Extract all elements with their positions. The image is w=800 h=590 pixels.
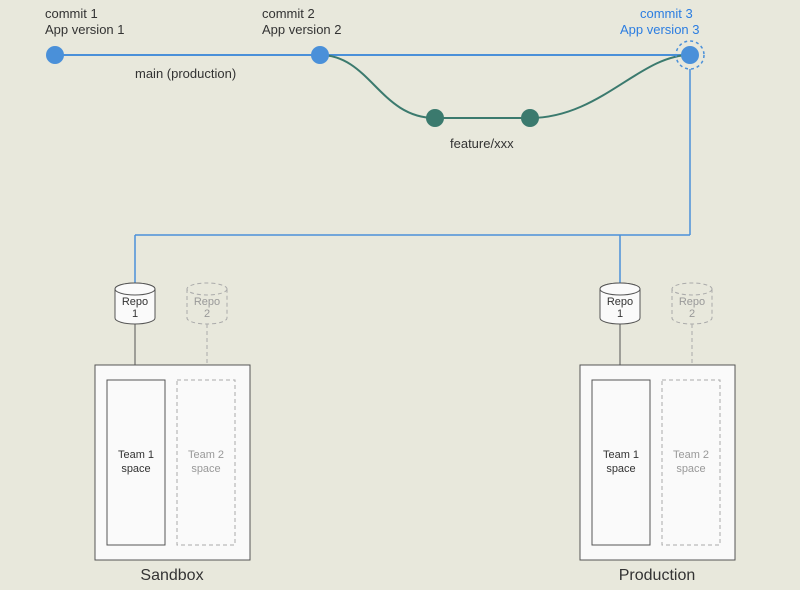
- sandbox-repo-2: Repo 2: [187, 283, 227, 324]
- prod-env-label: Production: [619, 567, 696, 584]
- feature-node-b: [521, 109, 539, 127]
- commit-2-label-line2: App version 2: [262, 22, 342, 37]
- feature-branch-label: feature/xxx: [450, 136, 514, 151]
- sandbox-env-label: Sandbox: [140, 567, 203, 584]
- sandbox-team2-label-l1: Team 2: [188, 449, 224, 461]
- commit-2-label-line1: commit 2: [262, 6, 315, 21]
- sandbox-repo-2-label-l1: Repo: [194, 296, 220, 308]
- commit-3-label-line1: commit 3: [640, 6, 693, 21]
- prod-repo-2-label-l2: 2: [689, 308, 695, 320]
- sandbox-team1-label-l1: Team 1: [118, 449, 154, 461]
- feature-branch-diverge: [320, 55, 435, 118]
- prod-repo-1: Repo 1: [600, 283, 640, 324]
- sandbox-team1-label-l2: space: [121, 463, 150, 475]
- feature-node-a: [426, 109, 444, 127]
- prod-team2-label-l1: Team 2: [673, 449, 709, 461]
- commit-1-label-line1: commit 1: [45, 6, 98, 21]
- prod-repo-2: Repo 2: [672, 283, 712, 324]
- sandbox-repo-1-label-l2: 1: [132, 308, 138, 320]
- sandbox-repo-1: Repo 1: [115, 283, 155, 324]
- sandbox-repo-1-label-l1: Repo: [122, 296, 148, 308]
- sandbox-team2-label-l2: space: [191, 463, 220, 475]
- commit-1-node: [46, 46, 64, 64]
- diagram-canvas: commit 1 App version 1 commit 2 App vers…: [0, 0, 800, 590]
- prod-team2-label-l2: space: [676, 463, 705, 475]
- prod-repo-2-label-l1: Repo: [679, 296, 705, 308]
- prod-team1-label-l2: space: [606, 463, 635, 475]
- commit-3-node: [681, 46, 699, 64]
- commit-2-node: [311, 46, 329, 64]
- prod-repo-1-label-l2: 1: [617, 308, 623, 320]
- sandbox-environment: Repo 1 Repo 2 Team 1 space Team 2 space …: [95, 283, 250, 584]
- commit-3-label-line2: App version 3: [620, 22, 700, 37]
- prod-repo-1-label-l1: Repo: [607, 296, 633, 308]
- prod-team1-label-l1: Team 1: [603, 449, 639, 461]
- production-environment: Repo 1 Repo 2 Team 1 space Team 2 space …: [580, 283, 735, 584]
- commit-1-label-line2: App version 1: [45, 22, 125, 37]
- main-branch-label: main (production): [135, 66, 236, 81]
- sandbox-repo-2-label-l2: 2: [204, 308, 210, 320]
- feature-branch-merge: [530, 55, 690, 118]
